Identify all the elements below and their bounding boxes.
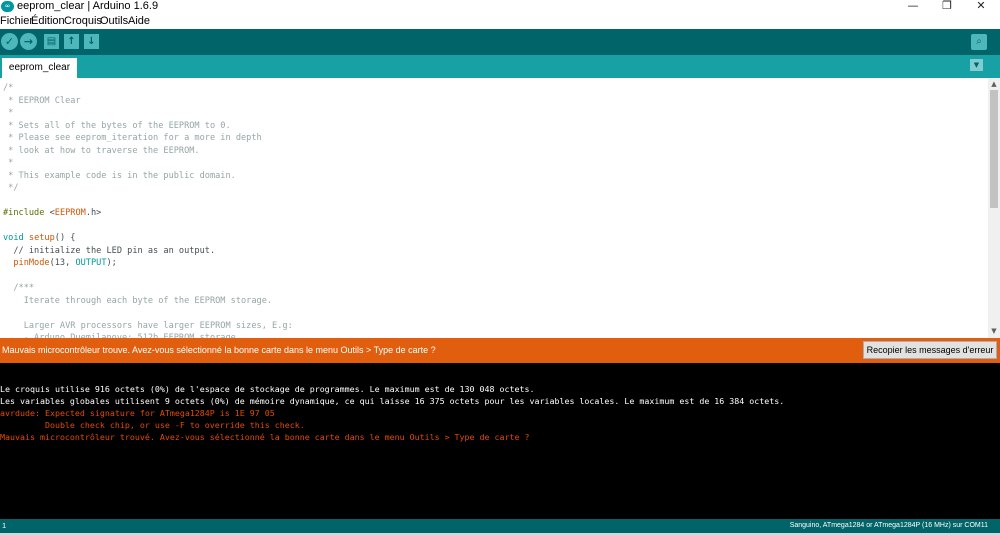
code-token: EEPROM bbox=[54, 208, 86, 218]
code-token: OUTPUT bbox=[75, 258, 107, 268]
menu-outils[interactable]: Outils bbox=[100, 15, 128, 28]
code-text[interactable]: /* * EEPROM Clear * * Sets all of the by… bbox=[3, 82, 293, 338]
code-token: * This example code is in the public dom… bbox=[3, 170, 236, 181]
new-sketch-button[interactable]: ▤ bbox=[44, 34, 59, 49]
menu-fichier[interactable]: Fichier bbox=[0, 15, 33, 28]
toolbar: ✓ → ▤ ↑ ↓ ⌕ bbox=[0, 29, 1000, 55]
tab-eeprom-clear[interactable]: eeprom_clear bbox=[2, 58, 77, 78]
code-line[interactable] bbox=[3, 270, 293, 283]
code-token: /* bbox=[3, 83, 14, 93]
status-bar: 1 Sanguino, ATmega1284 or ATmega1284P (1… bbox=[0, 519, 1000, 533]
console-line: avrdude: Expected signature for ATmega12… bbox=[0, 408, 275, 418]
open-sketch-button[interactable]: ↑ bbox=[64, 34, 79, 49]
code-line[interactable]: void setup() { bbox=[3, 232, 293, 245]
title-bar: ∞ eeprom_clear | Arduino 1.6.9 — ❐ ✕ bbox=[0, 0, 1000, 14]
code-line[interactable]: // initialize the LED pin as an output. bbox=[3, 245, 293, 258]
menu-croquis[interactable]: Croquis bbox=[64, 15, 102, 28]
code-token: #include bbox=[3, 208, 50, 218]
code-token: pinMode bbox=[13, 258, 50, 268]
scroll-up-icon[interactable]: ▲ bbox=[988, 79, 1000, 89]
verify-button[interactable]: ✓ bbox=[1, 33, 18, 50]
code-token: // initialize the LED pin as an output. bbox=[3, 245, 216, 256]
copy-error-messages-button[interactable]: Recopier les messages d'erreur bbox=[863, 341, 997, 359]
scroll-down-icon[interactable]: ▼ bbox=[988, 326, 1000, 336]
board-info: Sanguino, ATmega1284 or ATmega1284P (16 … bbox=[789, 522, 988, 529]
minimize-button[interactable]: — bbox=[898, 0, 928, 13]
code-line[interactable]: * Sets all of the bytes of the EEPROM to… bbox=[3, 120, 293, 133]
console-line: Double check chip, or use -F to override… bbox=[0, 420, 305, 430]
code-line[interactable]: #include <EEPROM.h> bbox=[3, 207, 293, 220]
window-title: eeprom_clear | Arduino 1.6.9 bbox=[17, 0, 159, 12]
console-line: Le croquis utilise 916 octets (0%) de l'… bbox=[0, 384, 535, 394]
error-bar: Mauvais microcontrôleur trouve. Avez-vou… bbox=[0, 338, 1000, 363]
code-token: * Sets all of the bytes of the EEPROM to… bbox=[3, 120, 231, 131]
menu-aide[interactable]: Aide bbox=[128, 15, 150, 28]
code-line[interactable]: /*** bbox=[3, 282, 293, 295]
code-line[interactable]: * bbox=[3, 157, 293, 170]
code-token: * EEPROM Clear bbox=[3, 95, 81, 106]
tab-menu-icon[interactable]: ▼ bbox=[970, 59, 983, 71]
code-token: * look at how to traverse the EEPROM. bbox=[3, 145, 200, 156]
code-token: * Please see eeprom_iteration for a more… bbox=[3, 133, 262, 143]
code-token: () { bbox=[54, 233, 76, 243]
code-token: .h> bbox=[85, 208, 102, 218]
arduino-logo-icon: ∞ bbox=[1, 1, 14, 12]
serial-monitor-button[interactable]: ⌕ bbox=[971, 34, 987, 50]
code-line[interactable]: /* bbox=[3, 82, 293, 95]
code-token: Iterate through each byte of the EEPROM … bbox=[3, 295, 273, 306]
code-token: Larger AVR processors have larger EEPROM… bbox=[3, 320, 293, 331]
save-sketch-button[interactable]: ↓ bbox=[84, 34, 99, 49]
code-token: */ bbox=[3, 183, 19, 193]
code-line[interactable]: */ bbox=[3, 182, 293, 195]
console-output[interactable]: Le croquis utilise 916 octets (0%) de l'… bbox=[0, 363, 1000, 519]
code-token: void bbox=[3, 233, 24, 243]
code-line[interactable]: * bbox=[3, 107, 293, 120]
line-number: 1 bbox=[2, 521, 7, 530]
code-line[interactable]: * This example code is in the public dom… bbox=[3, 170, 293, 183]
menu-edition[interactable]: Édition bbox=[31, 15, 65, 28]
code-token: ); bbox=[106, 258, 117, 268]
console-line: Les variables globales utilisent 9 octet… bbox=[0, 396, 785, 406]
editor-scrollbar[interactable]: ▲ ▼ bbox=[988, 78, 1000, 338]
code-line[interactable]: * EEPROM Clear bbox=[3, 95, 293, 108]
code-line[interactable] bbox=[3, 220, 293, 233]
code-token: (13, bbox=[49, 258, 76, 268]
code-line[interactable]: pinMode(13, OUTPUT); bbox=[3, 257, 293, 270]
upload-button[interactable]: → bbox=[20, 33, 37, 50]
code-line[interactable]: Iterate through each byte of the EEPROM … bbox=[3, 295, 293, 308]
tab-strip: eeprom_clear bbox=[0, 55, 1000, 78]
console-line: Mauvais microcontrôleur trouvé. Avez-vou… bbox=[0, 432, 530, 442]
code-token: setup bbox=[28, 233, 55, 243]
code-token: * bbox=[3, 108, 14, 118]
code-line[interactable] bbox=[3, 307, 293, 320]
scrollbar-thumb[interactable] bbox=[990, 90, 998, 208]
menu-bar: Fichier Édition Croquis Outils Aide bbox=[0, 14, 1000, 29]
code-line[interactable]: * look at how to traverse the EEPROM. bbox=[3, 145, 293, 158]
close-button[interactable]: ✕ bbox=[966, 0, 996, 13]
code-token: * bbox=[3, 158, 14, 168]
code-line[interactable]: Larger AVR processors have larger EEPROM… bbox=[3, 320, 293, 333]
code-editor[interactable]: /* * EEPROM Clear * * Sets all of the by… bbox=[0, 78, 988, 338]
code-line[interactable]: * Please see eeprom_iteration for a more… bbox=[3, 132, 293, 145]
code-token: /*** bbox=[3, 283, 35, 293]
maximize-button[interactable]: ❐ bbox=[932, 0, 962, 13]
error-message: Mauvais microcontrôleur trouve. Avez-vou… bbox=[2, 345, 436, 355]
code-line[interactable] bbox=[3, 195, 293, 208]
